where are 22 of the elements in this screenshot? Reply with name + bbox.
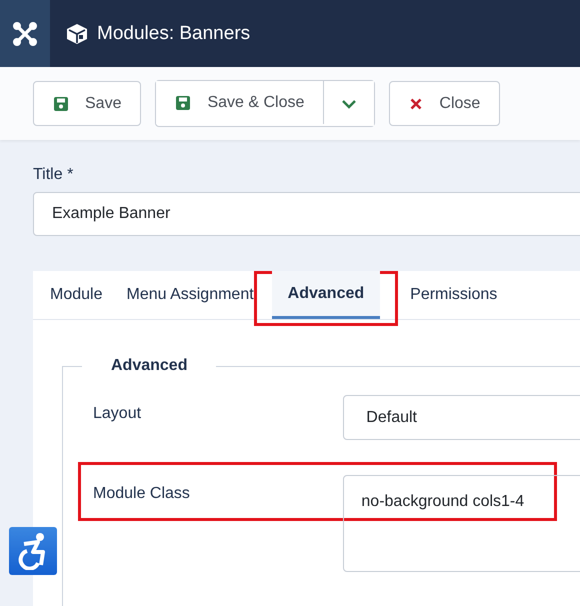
title-label: Title * [33,166,74,184]
logo-icon [12,20,38,46]
chevron-down-icon [341,98,358,108]
module-class-textarea[interactable]: no-background cols1-4 [343,475,580,572]
tab[interactable]: Module [38,271,114,319]
field-label: Module Class [93,484,191,503]
close-icon [410,98,422,110]
tab[interactable]: Permissions [398,271,510,319]
accessibility-button[interactable] [9,527,57,575]
logo-tile[interactable] [0,0,50,67]
close-button[interactable]: Close [389,81,500,126]
save-icon [176,96,190,110]
save-close-button[interactable]: Save & Close [156,81,324,124]
page-title: Modules: Banners [97,22,250,44]
save-button[interactable]: Save [33,81,142,126]
save-icon [54,96,68,110]
field-label: Layout [93,404,142,423]
cube-icon [66,22,88,44]
layout-select[interactable]: Default [343,395,580,440]
tab[interactable]: Advanced [272,271,380,319]
tab[interactable]: Menu Assignment [114,271,266,319]
title-input[interactable]: Example Banner [33,192,580,236]
